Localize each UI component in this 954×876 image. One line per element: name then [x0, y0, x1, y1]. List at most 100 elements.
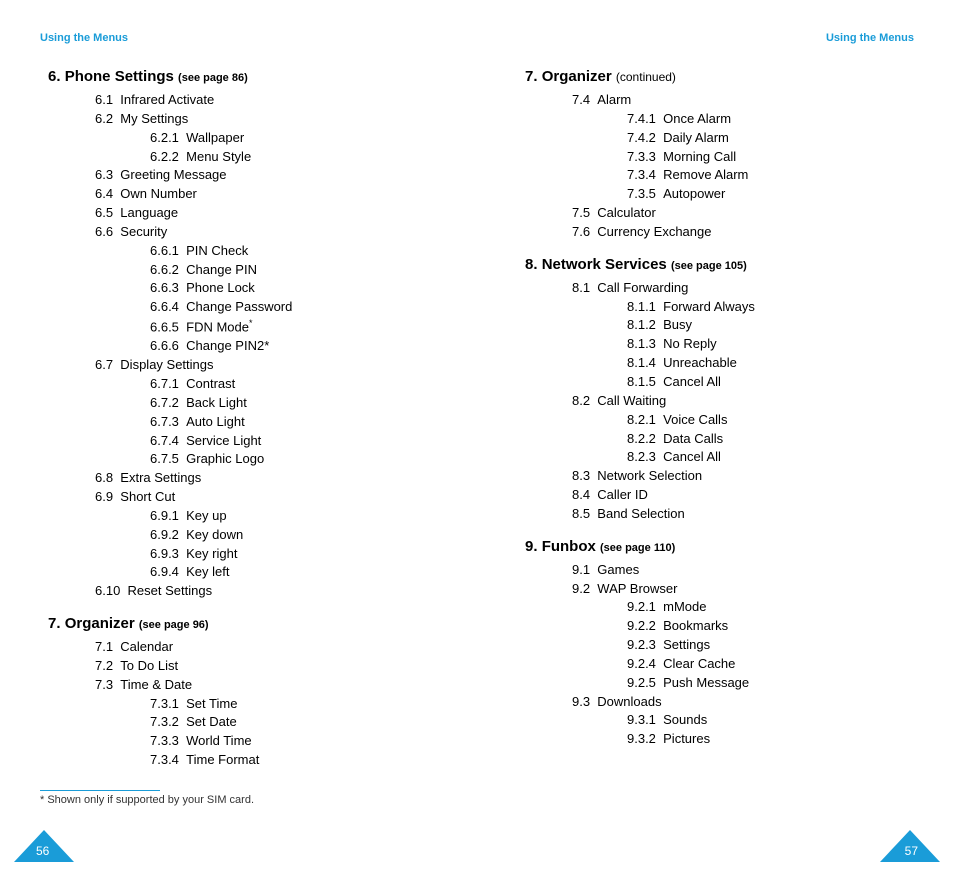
menu-item: 6.7 Display Settings — [95, 356, 437, 375]
menu-item: 9.1 Games — [572, 561, 914, 580]
menu-item: 9.3 Downloads — [572, 693, 914, 712]
menu-item: 7.3.2 Set Date — [150, 713, 437, 732]
menu-item: 9.2.1 mMode — [627, 598, 914, 617]
menu-item: 6.9.1 Key up — [150, 507, 437, 526]
section-6: 6. Phone Settings (see page 86) 6.1 Infr… — [40, 68, 437, 601]
menu-item: 7.3.5 Autopower — [627, 185, 914, 204]
menu-item: 8.2.1 Voice Calls — [627, 411, 914, 430]
section-8-num: 8. — [525, 256, 538, 273]
menu-item: 6.6.1 PIN Check — [150, 242, 437, 261]
section-7b-num: 7. — [525, 68, 538, 85]
menu-item: 9.3.1 Sounds — [627, 711, 914, 730]
menu-item: 6.8 Extra Settings — [95, 469, 437, 488]
section-9-ref: (see page 110) — [600, 542, 675, 554]
section-6-name: Phone Settings — [65, 68, 174, 85]
menu-item: 6.7.2 Back Light — [150, 394, 437, 413]
page-number-left: 56 — [36, 844, 49, 858]
menu-item: 8.2.2 Data Calls — [627, 430, 914, 449]
menu-item: 6.7.1 Contrast — [150, 375, 437, 394]
section-9-name: Funbox — [542, 538, 596, 555]
section-7a-ref: (see page 96) — [139, 619, 209, 631]
menu-item: 6.2.1 Wallpaper — [150, 129, 437, 148]
section-8: 8. Network Services (see page 105) 8.1 C… — [517, 256, 914, 524]
menu-item: 6.7.3 Auto Light — [150, 413, 437, 432]
section-7a-list: 7.1 Calendar7.2 To Do List7.3 Time & Dat… — [40, 638, 437, 770]
menu-item: 6.6.6 Change PIN2* — [150, 337, 437, 356]
menu-item: 7.5 Calculator — [572, 204, 914, 223]
menu-item: 7.4.2 Daily Alarm — [627, 129, 914, 148]
section-8-ref: (see page 105) — [671, 260, 747, 272]
menu-item: 8.1.4 Unreachable — [627, 354, 914, 373]
menu-item: 6.7.5 Graphic Logo — [150, 450, 437, 469]
section-7a-name: Organizer — [65, 615, 135, 632]
section-7b-cont: (continued) — [616, 70, 676, 84]
menu-item: 7.4.1 Once Alarm — [627, 110, 914, 129]
section-9-title: 9. Funbox (see page 110) — [525, 538, 914, 555]
section-7b-name: Organizer — [542, 68, 612, 85]
menu-item: 8.3 Network Selection — [572, 467, 914, 486]
page-right: Using the Menus 7. Organizer (continued)… — [477, 0, 954, 876]
section-7a-num: 7. — [48, 615, 61, 632]
menu-item: 7.1 Calendar — [95, 638, 437, 657]
section-7b-list: 7.4 Alarm7.4.1 Once Alarm7.4.2 Daily Ala… — [517, 91, 914, 242]
menu-item: 6.6.4 Change Password — [150, 298, 437, 317]
menu-item: 9.2.2 Bookmarks — [627, 617, 914, 636]
menu-item: 7.3.4 Remove Alarm — [627, 166, 914, 185]
menu-item: 7.3.4 Time Format — [150, 751, 437, 770]
menu-item: 6.2.2 Menu Style — [150, 148, 437, 167]
menu-item: 6.9 Short Cut — [95, 488, 437, 507]
menu-item: 8.1.3 No Reply — [627, 335, 914, 354]
menu-item: 6.10 Reset Settings — [95, 582, 437, 601]
menu-item: 8.2.3 Cancel All — [627, 448, 914, 467]
section-6-title: 6. Phone Settings (see page 86) — [48, 68, 437, 85]
menu-item: 7.3.1 Set Time — [150, 695, 437, 714]
menu-item: 7.4 Alarm — [572, 91, 914, 110]
menu-item: 8.2 Call Waiting — [572, 392, 914, 411]
menu-item: 6.9.4 Key left — [150, 563, 437, 582]
section-8-name: Network Services — [542, 256, 667, 273]
section-7b-title: 7. Organizer (continued) — [525, 68, 914, 85]
menu-item: 7.2 To Do List — [95, 657, 437, 676]
menu-item: 6.1 Infrared Activate — [95, 91, 437, 110]
menu-item: 6.4 Own Number — [95, 185, 437, 204]
menu-item: 8.5 Band Selection — [572, 505, 914, 524]
section-9-list: 9.1 Games9.2 WAP Browser9.2.1 mMode9.2.2… — [517, 561, 914, 749]
menu-item: 9.2 WAP Browser — [572, 580, 914, 599]
section-8-list: 8.1 Call Forwarding8.1.1 Forward Always8… — [517, 279, 914, 524]
section-9: 9. Funbox (see page 110) 9.1 Games9.2 WA… — [517, 538, 914, 749]
menu-item: 9.2.5 Push Message — [627, 674, 914, 693]
section-9-num: 9. — [525, 538, 538, 555]
menu-item: 9.3.2 Pictures — [627, 730, 914, 749]
menu-item: 6.3 Greeting Message — [95, 166, 437, 185]
menu-item: 6.5 Language — [95, 204, 437, 223]
menu-item: 6.2 My Settings — [95, 110, 437, 129]
menu-item: 8.1 Call Forwarding — [572, 279, 914, 298]
section-6-ref: (see page 86) — [178, 72, 248, 84]
section-7b: 7. Organizer (continued) 7.4 Alarm7.4.1 … — [517, 68, 914, 242]
menu-item: 6.9.3 Key right — [150, 545, 437, 564]
section-7a: 7. Organizer (see page 96) 7.1 Calendar7… — [40, 615, 437, 770]
menu-item: 7.6 Currency Exchange — [572, 223, 914, 242]
menu-item: 9.2.3 Settings — [627, 636, 914, 655]
menu-item: 6.6.5 FDN Mode* — [150, 317, 437, 337]
header-right: Using the Menus — [517, 32, 914, 44]
footnote: * Shown only if supported by your SIM ca… — [40, 794, 437, 806]
menu-item: 6.6 Security — [95, 223, 437, 242]
section-7a-title: 7. Organizer (see page 96) — [48, 615, 437, 632]
menu-item: 7.3.3 World Time — [150, 732, 437, 751]
header-left: Using the Menus — [40, 32, 437, 44]
menu-item: 8.1.2 Busy — [627, 316, 914, 335]
menu-item: 8.1.1 Forward Always — [627, 298, 914, 317]
menu-item: 6.7.4 Service Light — [150, 432, 437, 451]
page-number-right: 57 — [905, 844, 918, 858]
section-6-list: 6.1 Infrared Activate6.2 My Settings6.2.… — [40, 91, 437, 601]
menu-item: 6.6.3 Phone Lock — [150, 279, 437, 298]
menu-item: 8.4 Caller ID — [572, 486, 914, 505]
footnote-rule — [40, 790, 160, 791]
menu-item: 9.2.4 Clear Cache — [627, 655, 914, 674]
section-6-num: 6. — [48, 68, 61, 85]
menu-item: 8.1.5 Cancel All — [627, 373, 914, 392]
menu-item: 6.6.2 Change PIN — [150, 261, 437, 280]
menu-item: 7.3.3 Morning Call — [627, 148, 914, 167]
menu-item: 6.9.2 Key down — [150, 526, 437, 545]
